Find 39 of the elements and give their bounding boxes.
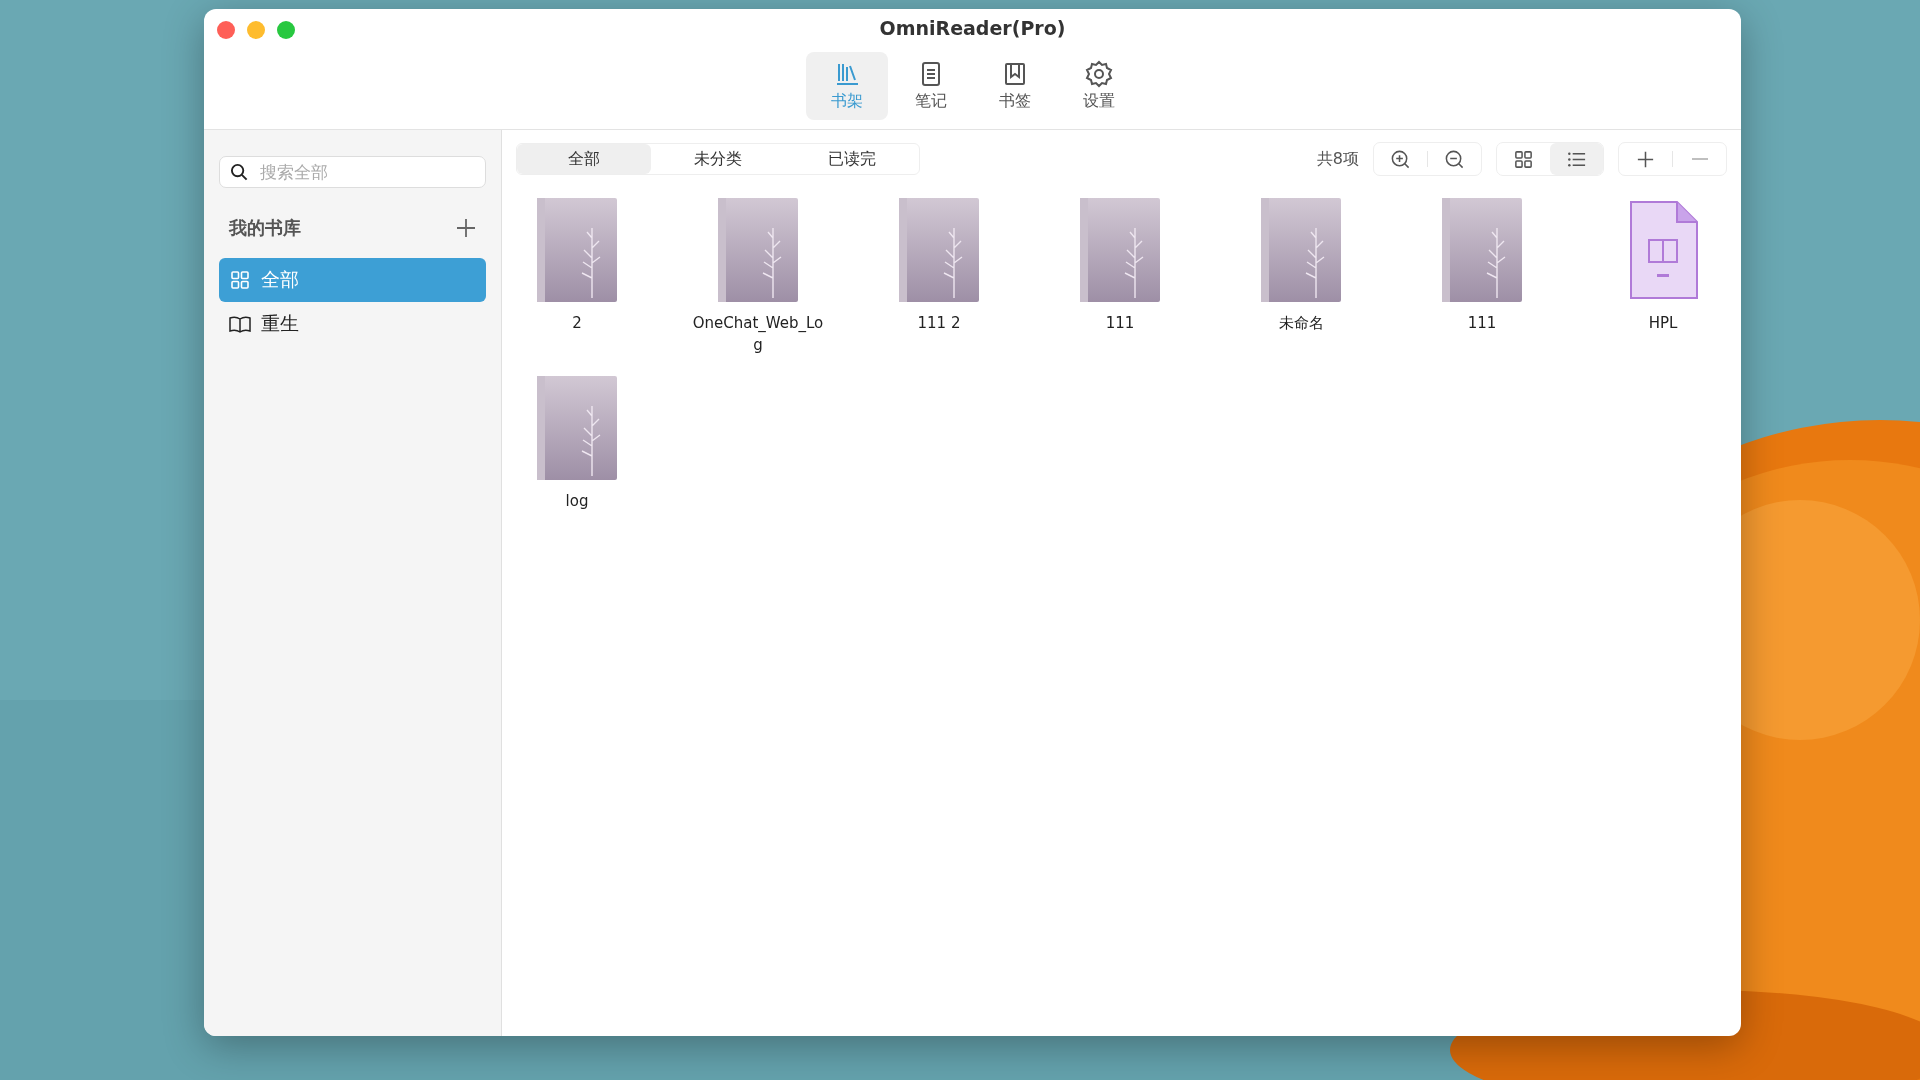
- grid-icon: [229, 270, 251, 290]
- zoom-button[interactable]: [277, 21, 295, 39]
- toolbar-tab[interactable]: 笔记: [889, 52, 972, 120]
- filter-tab[interactable]: 未分类: [651, 144, 785, 174]
- book-title: log: [564, 491, 590, 512]
- close-button[interactable]: [217, 21, 235, 39]
- settings-icon: [1084, 60, 1113, 88]
- book-title: 2: [571, 313, 583, 334]
- grid-icon: [1513, 148, 1534, 170]
- book-title: 未命名: [1277, 313, 1325, 334]
- book-cover[interactable]: [537, 198, 617, 302]
- add-icon[interactable]: [456, 218, 476, 238]
- book-cover[interactable]: [718, 198, 798, 302]
- minimize-button[interactable]: [247, 21, 265, 39]
- filter-tab[interactable]: 全部: [517, 144, 651, 174]
- window-title: OmniReader(Pro): [879, 17, 1066, 39]
- book-title: OneChat_Web_Log: [691, 313, 825, 356]
- book-title: 111 2: [916, 313, 962, 334]
- list-view-button[interactable]: [1550, 143, 1603, 175]
- section-title: 我的书库: [229, 216, 301, 240]
- book-cover[interactable]: [1261, 198, 1341, 302]
- item-count: 共8项: [1316, 148, 1359, 170]
- book-title: 111: [1466, 313, 1498, 334]
- book-cover[interactable]: [1080, 198, 1160, 302]
- zoom-in-icon: [1390, 148, 1411, 170]
- search-icon: [230, 163, 249, 182]
- book-title: HPL: [1647, 313, 1679, 334]
- minus-icon: [1691, 158, 1708, 160]
- open-book-icon: [229, 314, 251, 334]
- filter-tab[interactable]: 已读完: [785, 144, 919, 174]
- book-cover[interactable]: [899, 198, 979, 302]
- book-title: 111: [1104, 313, 1136, 334]
- book-cover[interactable]: [1442, 198, 1522, 302]
- toolbar-tab[interactable]: 设置: [1057, 52, 1140, 120]
- toolbar-tab[interactable]: 书签: [973, 52, 1056, 120]
- sidebar-item[interactable]: 重生: [219, 302, 486, 346]
- book-cover[interactable]: [537, 376, 617, 480]
- zoom-out-icon: [1444, 148, 1465, 170]
- search-field[interactable]: 搜索全部: [219, 156, 486, 188]
